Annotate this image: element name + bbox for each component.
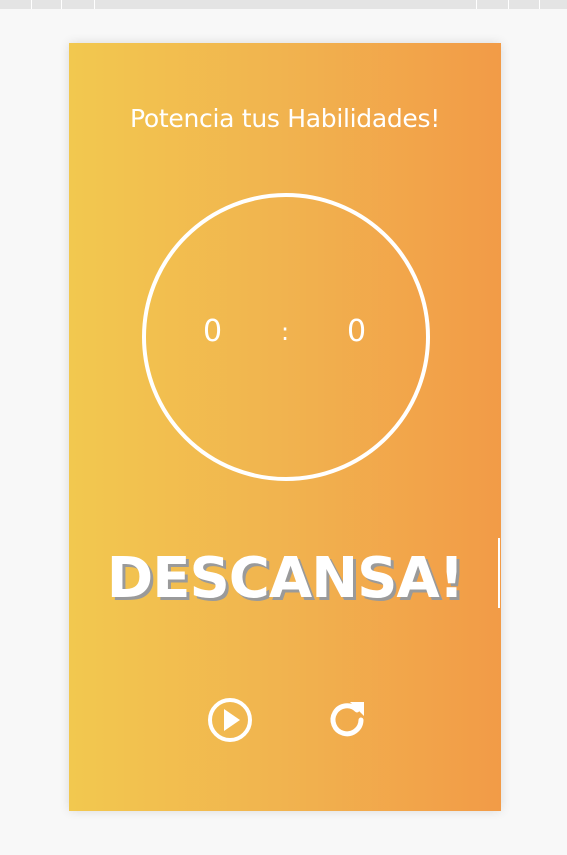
- refresh-icon: [330, 702, 364, 737]
- timer-minutes: 0: [203, 314, 223, 349]
- top-bar-divider: [61, 0, 62, 9]
- pomodoro-card: Potencia tus Habilidades! 0 : 0 DESCANSA…: [69, 43, 501, 811]
- top-bar-divider: [94, 0, 95, 9]
- app-title: Potencia tus Habilidades!: [130, 104, 440, 133]
- reset-button[interactable]: [323, 696, 371, 744]
- top-bar-divider: [539, 0, 540, 9]
- status-label: DESCANSA!: [106, 546, 465, 611]
- cursor-line: [498, 538, 500, 608]
- browser-top-bar: [0, 0, 567, 9]
- play-button[interactable]: [206, 696, 254, 744]
- play-circle-icon: [208, 698, 252, 742]
- timer-seconds: 0: [347, 314, 367, 349]
- top-bar-divider: [31, 0, 32, 9]
- top-bar-divider: [476, 0, 477, 9]
- timer-separator: :: [281, 318, 290, 346]
- top-bar-divider: [508, 0, 509, 9]
